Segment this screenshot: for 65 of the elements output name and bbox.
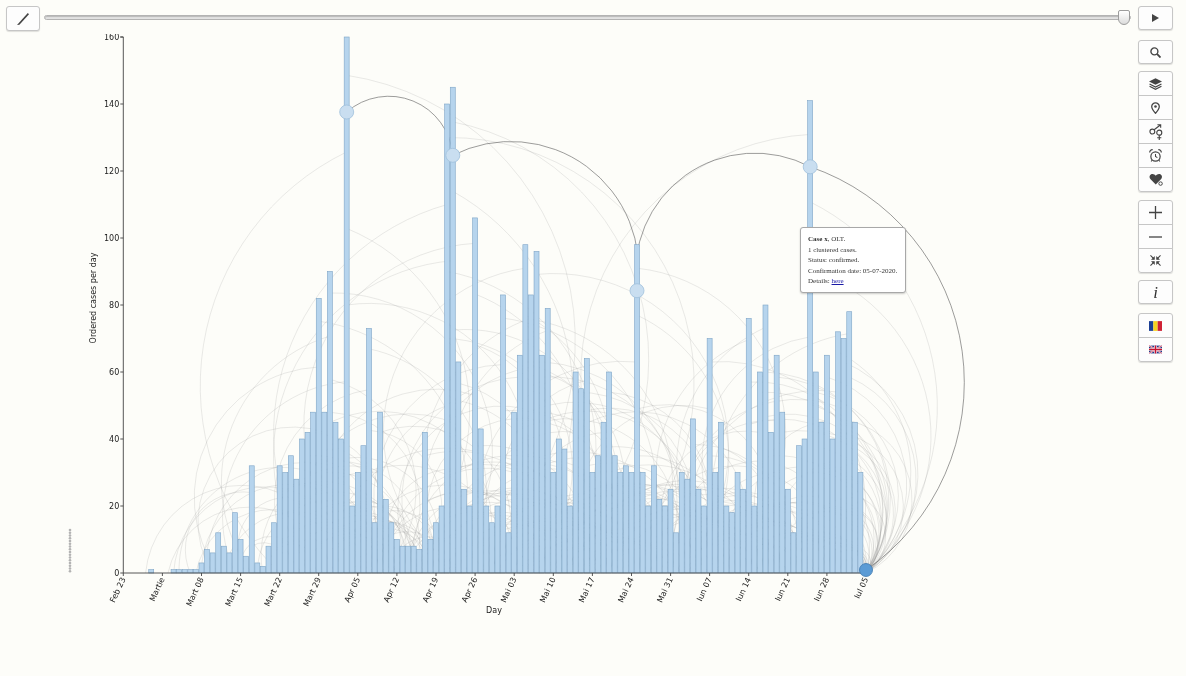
map-pin-icon [1151, 101, 1160, 114]
x-tick-label: Iun 07 [695, 576, 714, 603]
x-tick-label: Mart 22 [262, 576, 284, 608]
x-tick-label: Feb 23 [108, 576, 128, 605]
x-tick-label: Mart 29 [301, 576, 323, 608]
dot-column-icon [68, 528, 72, 573]
zoom-in-button[interactable] [1138, 200, 1173, 225]
heart-button[interactable] [1138, 167, 1173, 192]
clock-button[interactable] [1138, 143, 1173, 168]
x-tick-label: Apr 26 [460, 576, 480, 604]
x-tick-label: Mart 15 [223, 576, 245, 608]
brush-button[interactable] [6, 6, 40, 31]
cluster-marker[interactable] [802, 159, 818, 175]
language-button[interactable] [1138, 337, 1173, 362]
y-tick-label: 60 [109, 367, 120, 377]
x-tick-label: Iun 28 [812, 576, 832, 603]
x-tick-label: Mai 10 [538, 576, 558, 605]
four-arrows-icon [1150, 255, 1161, 266]
x-tick-label: Apr 05 [342, 576, 363, 604]
alarm-clock-icon [1149, 149, 1162, 162]
x-tick-label: Mai 24 [616, 576, 636, 605]
search-icon [1150, 46, 1161, 58]
x-tick-label: Iun 14 [734, 576, 753, 603]
x-tick-label: Mai 31 [655, 576, 675, 605]
zoom-out-button[interactable] [1138, 224, 1173, 249]
union-flag-icon [1149, 345, 1162, 354]
play-icon [1152, 14, 1159, 22]
play-button[interactable] [1138, 6, 1173, 30]
layers-icon [1149, 77, 1162, 90]
fit-view-button[interactable] [1138, 248, 1173, 273]
heart-icon [1148, 173, 1163, 186]
chart-bar [148, 569, 154, 574]
x-tick-label: Mart 08 [184, 576, 206, 608]
x-tick-label: Iun 21 [773, 576, 793, 603]
cluster-marker[interactable] [445, 147, 461, 163]
gender-button[interactable] [1138, 119, 1173, 144]
location-button[interactable] [1138, 95, 1173, 120]
language-button[interactable] [1138, 313, 1173, 338]
layers-button[interactable] [1138, 71, 1173, 96]
x-axis-title: Day [486, 606, 502, 615]
minus-icon [1149, 235, 1162, 238]
gender-symbols-icon [1148, 123, 1163, 140]
y-tick-label: 100 [104, 233, 120, 243]
y-tick-label: 40 [109, 434, 120, 444]
slider-thumb[interactable] [1118, 9, 1130, 25]
info-button[interactable]: i [1138, 280, 1173, 304]
x-tick-label: Mai 17 [577, 576, 597, 605]
y-tick-label: 160 [104, 34, 120, 42]
tricolor-flag-icon [1149, 320, 1162, 331]
y-tick-label: 80 [109, 300, 120, 310]
y-tick-label: 0 [114, 568, 120, 578]
x-tick-label: Apr 12 [381, 576, 402, 604]
x-tick-label: Mai 03 [499, 576, 519, 605]
search-button[interactable] [1138, 40, 1173, 64]
y-tick-label: 140 [104, 99, 120, 109]
cluster-marker[interactable] [629, 283, 645, 299]
cluster-marker[interactable] [339, 104, 355, 120]
x-tick-label: Iul 05 [852, 576, 871, 601]
plus-icon [1149, 206, 1162, 219]
y-tick-label: 120 [104, 166, 120, 176]
brush-icon [17, 12, 29, 25]
y-tick-label: 20 [109, 501, 120, 511]
x-tick-label: Apr 19 [420, 576, 441, 604]
selected-case-marker[interactable] [859, 563, 873, 577]
y-axis-title: Ordered cases per day [89, 252, 98, 344]
